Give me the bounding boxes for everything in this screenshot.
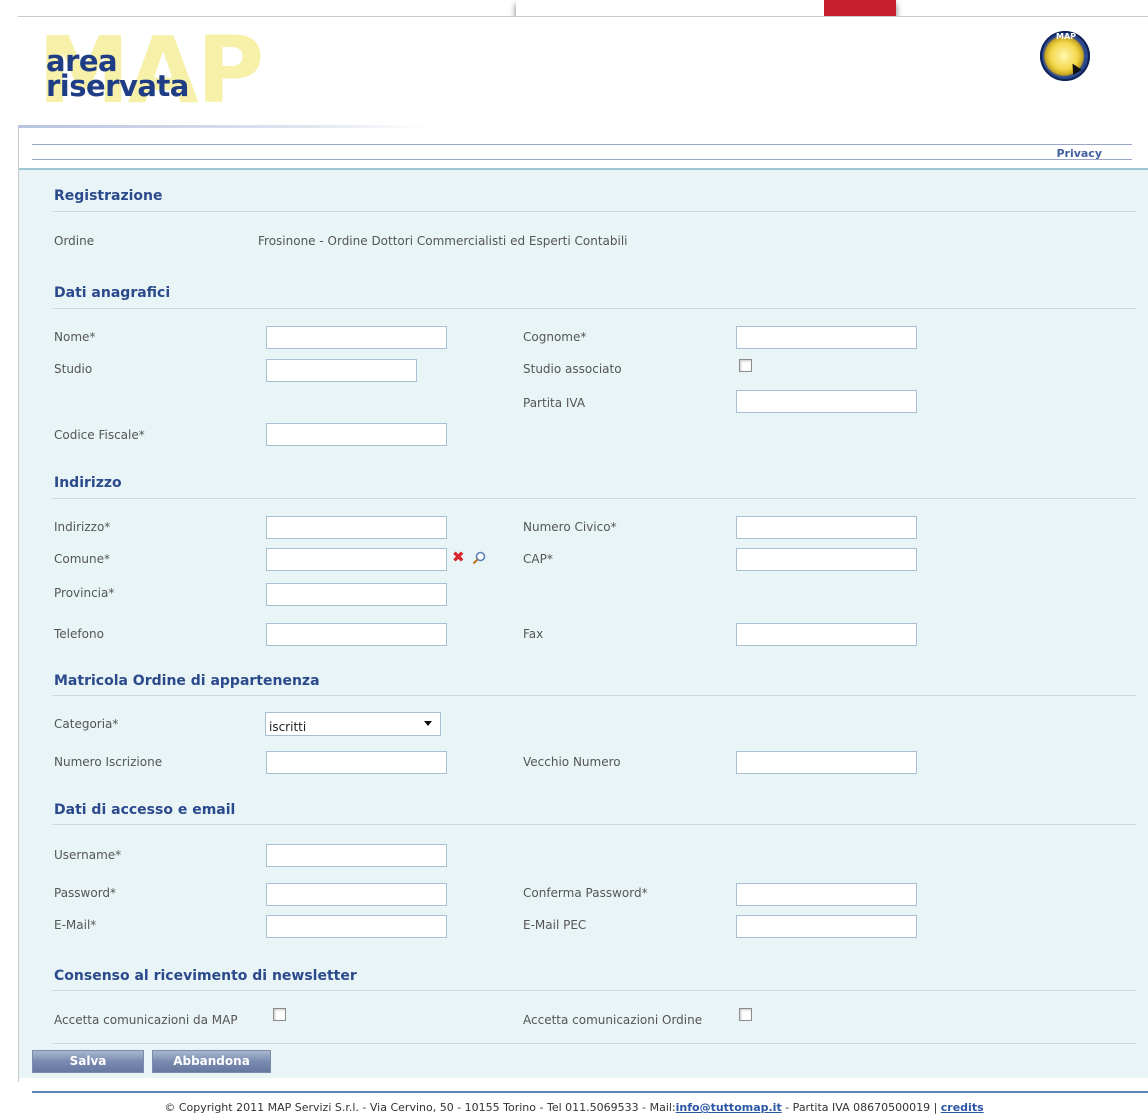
badge-text: MAP	[1056, 32, 1077, 41]
vecchio-numero-label: Vecchio Numero	[523, 755, 621, 769]
numero-civico-label: Numero Civico*	[523, 520, 617, 534]
page-title: Registrazione	[54, 188, 163, 204]
studio-label: Studio	[54, 362, 93, 376]
provincia-label: Provincia*	[54, 586, 115, 600]
email-pec-label: E-Mail PEC	[523, 918, 587, 932]
numero-iscrizione-field[interactable]	[266, 751, 447, 774]
categoria-selected-value: iscritti	[269, 720, 307, 734]
username-field[interactable]	[266, 844, 447, 867]
username-label: Username*	[54, 848, 122, 862]
credits-link[interactable]: credits	[941, 1101, 984, 1114]
ordine-value: Frosinone - Ordine Dottori Commercialist…	[258, 234, 628, 248]
codice-fiscale-label: Codice Fiscale*	[54, 428, 145, 442]
footer-copyright: © Copyright 2011 MAP Servizi S.r.l. - Vi…	[164, 1101, 676, 1114]
section-rule	[52, 824, 1136, 825]
footer-partita-iva: - Partita IVA 08670500019 |	[781, 1101, 941, 1114]
cap-field[interactable]	[736, 548, 917, 571]
section-rule	[52, 1043, 1136, 1044]
telefono-field[interactable]	[266, 623, 447, 646]
fax-field[interactable]	[736, 623, 917, 646]
section-rule	[52, 308, 1136, 309]
studio-field[interactable]	[266, 359, 417, 382]
accetta-ordine-label: Accetta comunicazioni Ordine	[523, 1013, 703, 1027]
privacy-link[interactable]: Privacy	[1056, 147, 1102, 160]
map-badge-icon[interactable]: MAP	[1040, 31, 1090, 81]
section-title-matricola: Matricola Ordine di appartenenza	[54, 673, 320, 689]
section-title-indirizzo: Indirizzo	[54, 475, 122, 491]
email-label: E-Mail*	[54, 918, 97, 932]
logo-underline	[18, 125, 428, 128]
email-field[interactable]	[266, 915, 447, 938]
footer-rule	[32, 1091, 1148, 1093]
section-title-newsletter: Consenso al ricevimento di newsletter	[54, 968, 357, 984]
cursor-icon	[1068, 61, 1082, 75]
numero-civico-field[interactable]	[736, 516, 917, 539]
privacy-bar: Privacy	[32, 144, 1132, 160]
categoria-label: Categoria*	[54, 717, 119, 731]
section-rule	[52, 990, 1136, 991]
logo-text: area riservata	[46, 47, 189, 103]
partita-iva-field[interactable]	[736, 390, 917, 413]
email-pec-field[interactable]	[736, 915, 917, 938]
footer: © Copyright 2011 MAP Servizi S.r.l. - Vi…	[0, 1101, 1148, 1114]
password-label: Password*	[54, 886, 117, 900]
telefono-label: Telefono	[54, 627, 104, 641]
area-riservata-logo: MAP area riservata	[32, 23, 432, 127]
save-button[interactable]: Salva	[32, 1050, 144, 1073]
cancel-button[interactable]: Abbandona	[152, 1050, 271, 1073]
partita-iva-label: Partita IVA	[523, 396, 586, 410]
indirizzo-label: Indirizzo*	[54, 520, 111, 534]
logo-line-riservata: riservata	[46, 69, 189, 103]
comune-label: Comune*	[54, 552, 111, 566]
ordine-label: Ordine	[54, 234, 95, 248]
provincia-field[interactable]	[266, 583, 447, 606]
section-rule	[52, 498, 1136, 499]
registration-panel: Registrazione Ordine Frosinone - Ordine …	[19, 168, 1148, 1078]
indirizzo-field[interactable]	[266, 516, 447, 539]
accetta-map-label: Accetta comunicazioni da MAP	[54, 1013, 238, 1027]
comune-field[interactable]	[266, 548, 447, 571]
clear-icon[interactable]: ✖	[452, 550, 465, 565]
studio-associato-checkbox[interactable]	[739, 359, 752, 372]
numero-iscrizione-label: Numero Iscrizione	[54, 755, 163, 769]
nome-label: Nome*	[54, 330, 96, 344]
search-icon[interactable]	[472, 551, 486, 565]
section-rule	[52, 211, 1136, 212]
conferma-password-field[interactable]	[736, 883, 917, 906]
header: MAP area riservata MAP	[18, 17, 1148, 128]
conferma-password-label: Conferma Password*	[523, 886, 648, 900]
section-title-anagrafici: Dati anagrafici	[54, 285, 171, 301]
studio-associato-label: Studio associato	[523, 362, 622, 376]
chevron-down-icon	[424, 721, 432, 726]
vecchio-numero-field[interactable]	[736, 751, 917, 774]
footer-email-link[interactable]: info@tuttomap.it	[676, 1101, 782, 1114]
cognome-label: Cognome*	[523, 330, 587, 344]
accetta-map-checkbox[interactable]	[273, 1008, 286, 1021]
categoria-select[interactable]: iscritti	[265, 712, 441, 736]
cap-label: CAP*	[523, 552, 553, 566]
accetta-ordine-checkbox[interactable]	[739, 1008, 752, 1021]
fax-label: Fax	[523, 627, 544, 641]
nome-field[interactable]	[266, 326, 447, 349]
section-title-accesso: Dati di accesso e email	[54, 802, 236, 818]
password-field[interactable]	[266, 883, 447, 906]
cognome-field[interactable]	[736, 326, 917, 349]
section-rule	[52, 695, 1136, 696]
codice-fiscale-field[interactable]	[266, 423, 447, 446]
